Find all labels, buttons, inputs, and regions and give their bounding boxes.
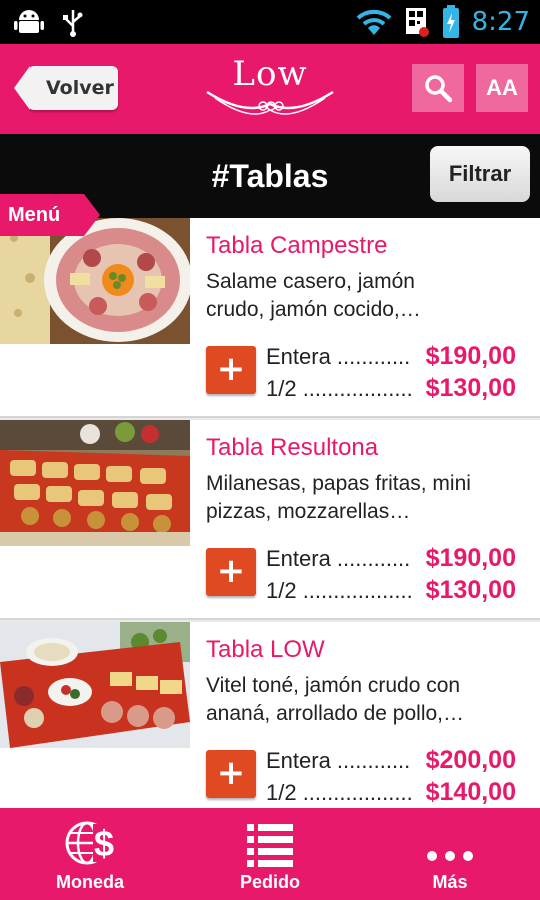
nav-moneda[interactable]: $ Moneda bbox=[0, 808, 180, 900]
more-dots-icon bbox=[427, 851, 473, 861]
product-description: Vitel toné, jamón crudo con ananá, arrol… bbox=[206, 674, 465, 725]
product-list[interactable]: Tabla Campestre Salame casero, jamón cru… bbox=[0, 218, 540, 808]
menu-tab[interactable]: Menú bbox=[0, 194, 100, 236]
add-to-order-button[interactable]: + bbox=[206, 548, 256, 596]
menu-tab-label: Menú bbox=[8, 204, 61, 226]
status-bar: 8:27 bbox=[0, 0, 540, 44]
search-icon bbox=[425, 75, 453, 103]
price-row-half: 1/2 .................. $140,00 bbox=[266, 778, 516, 808]
svg-text:$: $ bbox=[94, 823, 114, 864]
price-label: Entera ............ bbox=[266, 546, 411, 571]
back-button[interactable]: Volver bbox=[14, 66, 118, 110]
product-description: Salame casero, jamón crudo, jamón cocido… bbox=[206, 270, 421, 321]
android-icon bbox=[14, 10, 44, 33]
back-button-label: Volver bbox=[46, 77, 114, 99]
price-label: 1/2 .................. bbox=[266, 578, 413, 603]
filter-button[interactable]: Filtrar bbox=[430, 146, 530, 202]
search-button[interactable] bbox=[412, 64, 464, 112]
price-row-entera: Entera ............ $190,00 bbox=[266, 342, 516, 376]
add-to-order-button[interactable]: + bbox=[206, 346, 256, 394]
price-label: 1/2 .................. bbox=[266, 780, 413, 805]
qr-notification-icon bbox=[405, 8, 429, 37]
clock: 8:27 bbox=[471, 7, 530, 37]
add-to-order-button[interactable]: + bbox=[206, 750, 256, 798]
wifi-icon bbox=[356, 9, 391, 35]
list-item[interactable]: Tabla Resultona Milanesas, papas fritas,… bbox=[0, 420, 540, 620]
app-header: Volver Low AA bbox=[0, 44, 540, 134]
product-description: Milanesas, papas fritas, mini pizzas, mo… bbox=[206, 472, 471, 523]
product-name: Tabla Campestre bbox=[206, 232, 388, 259]
nav-pedido-label: Pedido bbox=[239, 872, 300, 892]
list-item[interactable]: Tabla LOW Vitel toné, jamón crudo con an… bbox=[0, 622, 540, 808]
brand-logo: Low bbox=[205, 54, 335, 126]
price-value: $130,00 bbox=[425, 576, 516, 604]
price-label: 1/2 .................. bbox=[266, 376, 413, 401]
price-row-entera: Entera ............ $200,00 bbox=[266, 746, 516, 780]
nav-mas-label: Más bbox=[432, 872, 468, 892]
product-image bbox=[0, 218, 190, 344]
price-row-entera: Entera ............ $190,00 bbox=[266, 544, 516, 578]
list-icon bbox=[247, 824, 293, 867]
nav-mas[interactable]: Más bbox=[360, 808, 540, 900]
price-value: $190,00 bbox=[425, 342, 516, 370]
product-image bbox=[0, 622, 190, 748]
price-row-half: 1/2 .................. $130,00 bbox=[266, 576, 516, 610]
price-value: $190,00 bbox=[425, 544, 516, 572]
bottom-navigation: $ Moneda Pedido Más bbox=[0, 808, 540, 900]
nav-moneda-label: Moneda bbox=[55, 872, 124, 892]
price-value: $140,00 bbox=[425, 778, 516, 806]
product-name: Tabla Resultona bbox=[206, 434, 379, 461]
product-name: Tabla LOW bbox=[206, 636, 325, 663]
price-label: Entera ............ bbox=[266, 748, 411, 773]
font-size-button[interactable]: AA bbox=[476, 64, 528, 112]
logo-ornament bbox=[206, 90, 334, 115]
price-value: $200,00 bbox=[425, 746, 516, 774]
price-row-half: 1/2 .................. $130,00 bbox=[266, 374, 516, 408]
nav-pedido[interactable]: Pedido bbox=[180, 808, 360, 900]
usb-icon bbox=[63, 10, 83, 37]
price-label: Entera ............ bbox=[266, 344, 411, 369]
product-image bbox=[0, 420, 190, 546]
list-item[interactable]: Tabla Campestre Salame casero, jamón cru… bbox=[0, 218, 540, 418]
currency-globe-icon: $ bbox=[65, 821, 115, 865]
battery-icon bbox=[442, 5, 459, 38]
price-value: $130,00 bbox=[425, 374, 516, 402]
